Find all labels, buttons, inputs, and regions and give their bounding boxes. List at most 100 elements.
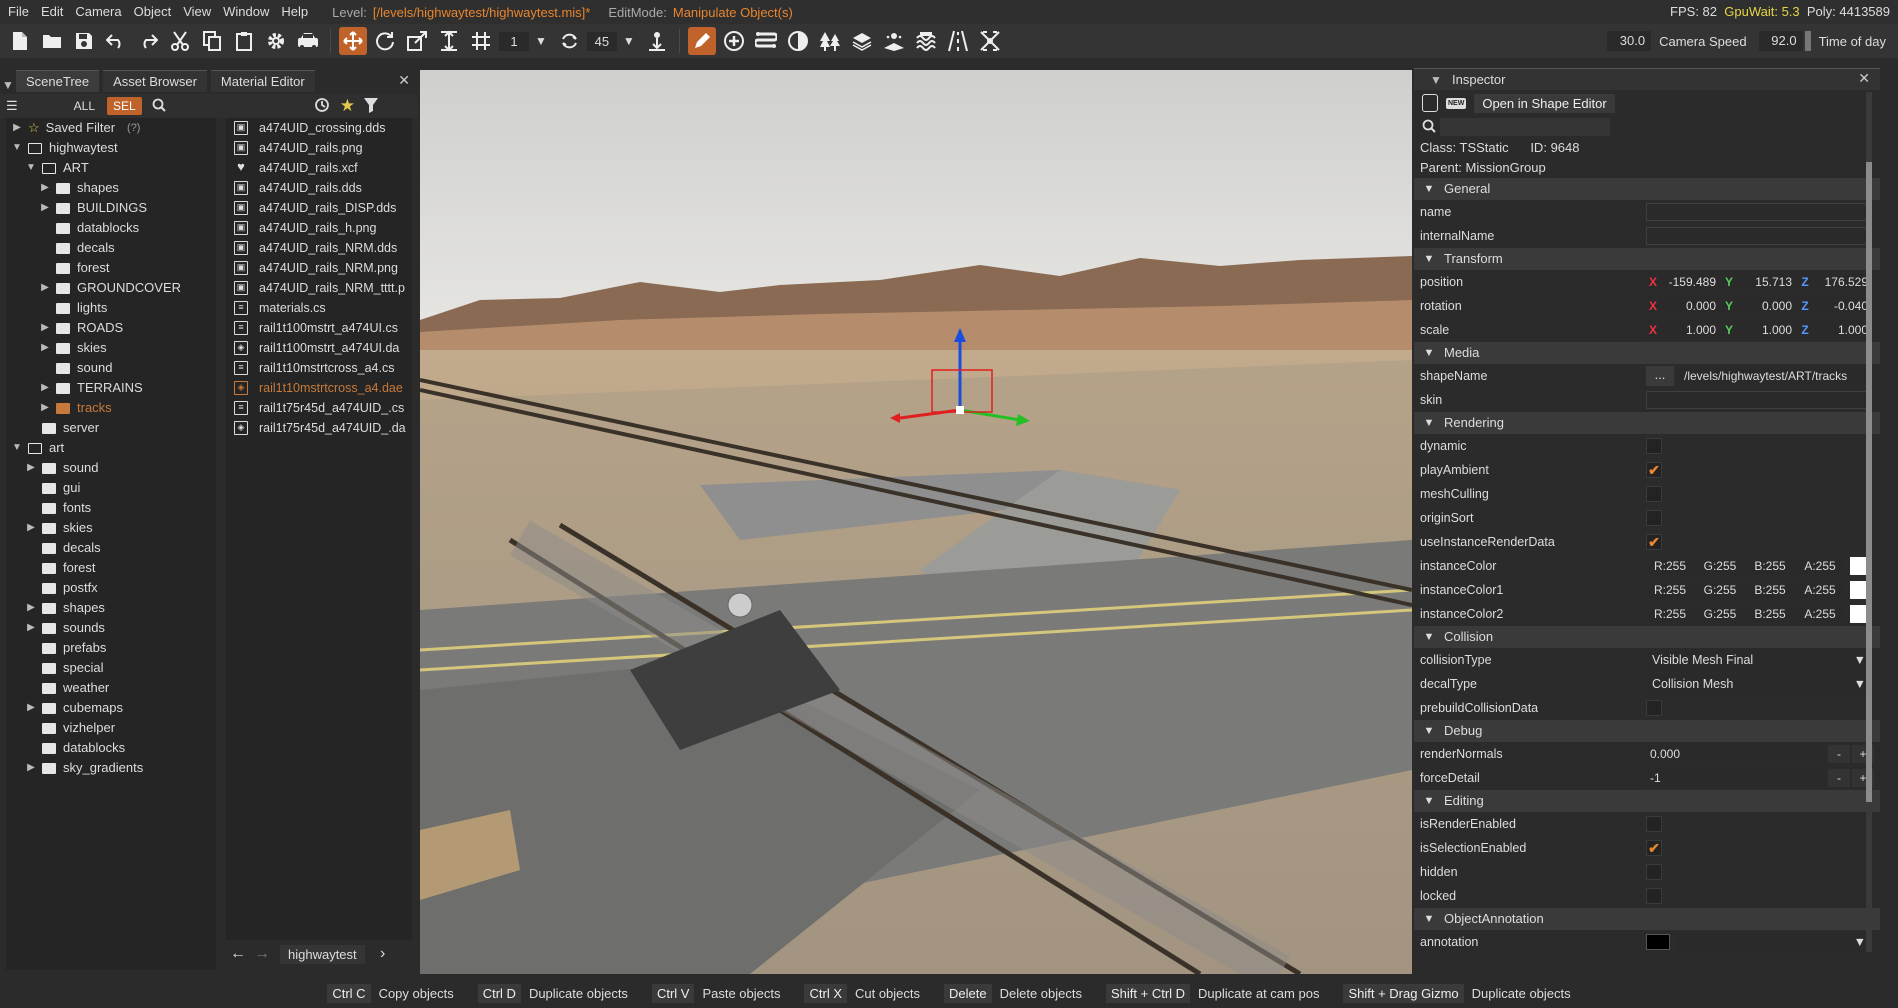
cut-icon[interactable]	[164, 26, 196, 56]
tree-item[interactable]: forest	[6, 558, 216, 578]
scale-x-field[interactable]: X 1.000	[1646, 321, 1720, 339]
chevron-right-icon[interactable]: ▶	[24, 458, 38, 478]
scale-z-field[interactable]: Z 1.000	[1798, 321, 1872, 339]
3d-viewport[interactable]	[420, 70, 1412, 974]
section-media[interactable]: ▼ Media	[1414, 342, 1880, 364]
chevron-right-icon[interactable]: ›	[371, 945, 395, 963]
chevron-right-icon[interactable]: ▶	[24, 698, 38, 718]
chevron-right-icon[interactable]: ▶	[38, 378, 52, 398]
decrement-button[interactable]: -	[1828, 769, 1850, 787]
file-item[interactable]: ▣ a474UID_rails.png	[226, 138, 412, 158]
tree-item[interactable]: ▶ ☆ Saved Filter (?)	[6, 118, 216, 138]
chevron-right-icon[interactable]: ▶	[24, 598, 38, 618]
open-folder-icon[interactable]	[36, 26, 68, 56]
tree-item[interactable]: ▶ shapes	[6, 598, 216, 618]
file-item[interactable]: ▣ a474UID_rails_DISP.dds	[226, 198, 412, 218]
color-channel-b-field[interactable]: B:255	[1746, 581, 1794, 599]
scrollbar-thumb[interactable]	[1866, 162, 1872, 802]
angle-snap-input[interactable]: 45	[586, 31, 617, 51]
drop-to-terrain-icon[interactable]	[641, 26, 673, 56]
panel-menu-icon[interactable]: ▼	[1428, 73, 1444, 87]
copy-icon[interactable]	[196, 26, 228, 56]
name-field[interactable]	[1646, 203, 1872, 221]
inspector-scrollbar[interactable]	[1866, 92, 1872, 952]
grid-size-input[interactable]: 1	[499, 31, 529, 51]
tree-item[interactable]: datablocks	[6, 738, 216, 758]
section-rendering[interactable]: ▼ Rendering	[1414, 412, 1880, 434]
color-channel-r-field[interactable]: R:255	[1646, 581, 1694, 599]
position-y-field[interactable]: Y 15.713	[1722, 273, 1796, 291]
chevron-right-icon[interactable]: ▶	[10, 118, 24, 138]
browse-button[interactable]: ...	[1646, 366, 1674, 386]
list-view-icon[interactable]: ☰	[6, 98, 18, 114]
tree-item[interactable]: ▶ skies	[6, 338, 216, 358]
decal-editor-icon[interactable]	[878, 26, 910, 56]
road-editor-icon[interactable]	[750, 26, 782, 56]
grid-size-dropdown-icon[interactable]: ▼	[535, 34, 547, 48]
camera-speed-input[interactable]: 92.0	[1758, 31, 1803, 51]
decal-type-dropdown[interactable]: Collision Mesh ▼	[1646, 674, 1872, 694]
section-transform[interactable]: ▼ Transform	[1414, 248, 1880, 270]
navmesh-icon[interactable]	[974, 26, 1006, 56]
tree-item[interactable]: ▼ art	[6, 438, 216, 458]
object-edit-pencil-icon[interactable]	[687, 27, 716, 55]
tab-material-editor[interactable]: Material Editor	[210, 70, 315, 92]
filter-sel-button[interactable]: SEL	[107, 97, 142, 115]
history-icon[interactable]	[314, 97, 330, 116]
tab-asset-browser[interactable]: Asset Browser	[103, 70, 207, 92]
angle-snap-icon[interactable]	[553, 26, 585, 56]
chevron-down-icon[interactable]: ▼	[10, 438, 24, 458]
file-item[interactable]: ≡ materials.cs	[226, 298, 412, 318]
forest-editor-icon[interactable]	[814, 26, 846, 56]
tree-item[interactable]: prefabs	[6, 638, 216, 658]
position-z-field[interactable]: Z 176.529	[1798, 273, 1872, 291]
tree-item[interactable]: ▼ highwaytest	[6, 138, 216, 158]
file-item[interactable]: ♥ a474UID_rails.xcf	[226, 158, 412, 178]
shape-path-field[interactable]: /levels/highwaytest/ART/tracks	[1678, 366, 1874, 386]
color-channel-g-field[interactable]: G:255	[1696, 557, 1744, 575]
checkbox[interactable]	[1646, 864, 1662, 880]
open-shape-editor-button[interactable]: Open in Shape Editor	[1474, 93, 1615, 113]
color-channel-r-field[interactable]: R:255	[1646, 557, 1694, 575]
decrement-button[interactable]: -	[1828, 745, 1850, 763]
chevron-down-icon[interactable]: ▼	[10, 138, 24, 158]
undo-icon[interactable]	[100, 26, 132, 56]
section-general[interactable]: ▼ General	[1414, 178, 1880, 200]
new-badge-icon[interactable]: NEW	[1446, 97, 1467, 109]
tree-item[interactable]: ▶ skies	[6, 518, 216, 538]
menu-view[interactable]: View	[177, 0, 217, 24]
tree-item[interactable]: ▶ BUILDINGS	[6, 198, 216, 218]
filter-all-button[interactable]: ALL	[68, 97, 101, 115]
favorites-star-icon[interactable]: ★	[340, 96, 355, 116]
tab-scenetree[interactable]: SceneTree	[16, 70, 100, 92]
tree-item[interactable]: ▶ ROADS	[6, 318, 216, 338]
force-detail-field[interactable]: -1	[1646, 769, 1826, 787]
close-icon[interactable]: ✕	[398, 72, 410, 89]
chevron-right-icon[interactable]: ▶	[38, 278, 52, 298]
scale-y-field[interactable]: Y 1.000	[1722, 321, 1796, 339]
file-item[interactable]: ◈ rail1t10mstrtcross_a4.dae	[226, 378, 412, 398]
tree-item[interactable]: server	[6, 418, 216, 438]
internal-name-field[interactable]	[1646, 227, 1872, 245]
file-item[interactable]: ≡ rail1t10mstrtcross_a4.cs	[226, 358, 412, 378]
skin-field[interactable]	[1646, 391, 1872, 409]
tree-item[interactable]: postfx	[6, 578, 216, 598]
chevron-right-icon[interactable]: ▶	[24, 758, 38, 778]
menu-help[interactable]: Help	[275, 0, 314, 24]
color-channel-b-field[interactable]: B:255	[1746, 605, 1794, 623]
checkbox[interactable]	[1646, 888, 1662, 904]
tree-item[interactable]: ▼ ART	[6, 158, 216, 178]
panel-menu-icon[interactable]: ▼	[0, 78, 16, 92]
lock-icon[interactable]	[1422, 94, 1438, 112]
checkbox[interactable]: ✔	[1646, 534, 1662, 550]
breadcrumb[interactable]: highwaytest	[280, 944, 365, 964]
translate-gizmo-icon[interactable]	[339, 27, 367, 55]
color-channel-g-field[interactable]: G:255	[1696, 581, 1744, 599]
chevron-right-icon[interactable]: ▶	[24, 618, 38, 638]
file-item[interactable]: ▣ a474UID_rails_NRM.png	[226, 258, 412, 278]
road-lanes-icon[interactable]	[942, 26, 974, 56]
chevron-right-icon[interactable]: ▶	[24, 518, 38, 538]
mesh-road-icon[interactable]	[846, 26, 878, 56]
snap-height-icon[interactable]	[433, 26, 465, 56]
checkbox[interactable]	[1646, 510, 1662, 526]
